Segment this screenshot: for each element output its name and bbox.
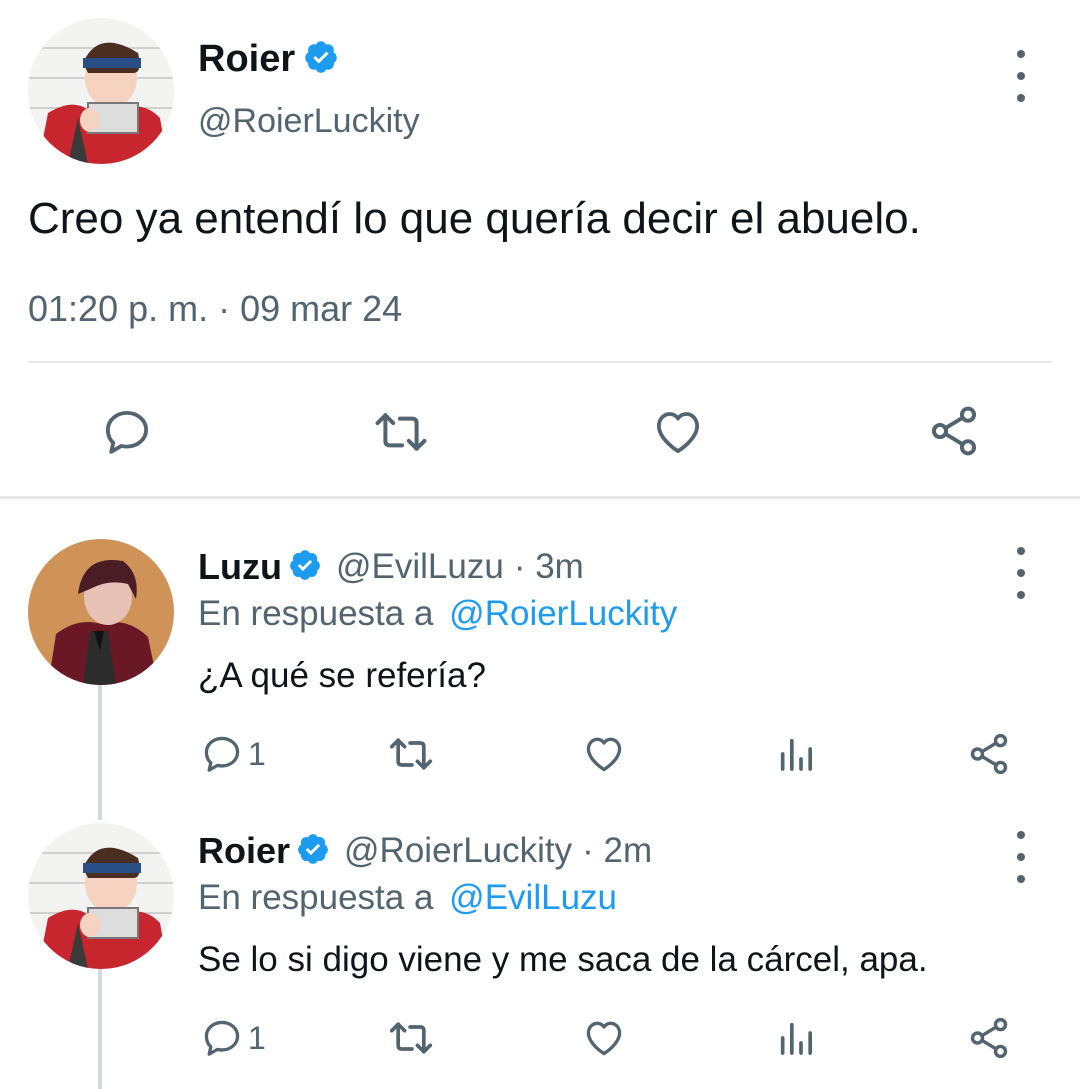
like-button[interactable] bbox=[582, 732, 626, 781]
share-button[interactable] bbox=[966, 1015, 1012, 1066]
more-vertical-icon[interactable] bbox=[1009, 831, 1033, 883]
reply-context-label: En respuesta a bbox=[198, 878, 434, 917]
avatar-roier[interactable] bbox=[28, 823, 174, 969]
reply-icon bbox=[204, 1020, 240, 1056]
retweet-button[interactable] bbox=[386, 1016, 436, 1065]
reply-to-link[interactable]: @EvilLuzu bbox=[449, 878, 617, 917]
reply-button[interactable]: 1 bbox=[200, 732, 266, 776]
verified-badge-icon bbox=[303, 39, 339, 80]
retweet-icon bbox=[375, 413, 427, 451]
reply-text: ¿A qué se refería? bbox=[198, 656, 486, 695]
like-icon bbox=[586, 737, 622, 772]
retweet-button[interactable] bbox=[386, 732, 436, 781]
analytics-button[interactable] bbox=[776, 1018, 816, 1063]
author-name[interactable]: Roier bbox=[198, 38, 295, 81]
like-icon bbox=[586, 1021, 622, 1056]
author-name[interactable]: Luzu bbox=[198, 546, 282, 588]
more-vertical-icon[interactable] bbox=[1009, 50, 1033, 102]
share-icon bbox=[970, 1017, 1008, 1059]
share-button[interactable] bbox=[966, 731, 1012, 782]
avatar-roier[interactable] bbox=[28, 18, 174, 164]
reply-context-label: En respuesta a bbox=[198, 594, 434, 633]
author-handle[interactable]: @RoierLuckity bbox=[344, 831, 572, 871]
retweet-icon bbox=[389, 1022, 433, 1054]
analytics-icon bbox=[780, 738, 812, 771]
analytics-icon bbox=[780, 1022, 812, 1055]
thread-line bbox=[98, 685, 102, 820]
tweet-timestamp[interactable]: 01:20 p. m. · 09 mar 24 bbox=[28, 288, 402, 330]
avatar-luzu[interactable] bbox=[28, 539, 174, 685]
reply-text: Se lo si digo viene y me saca de la cárc… bbox=[198, 940, 928, 979]
thread-line bbox=[98, 969, 102, 1089]
author-handle[interactable]: @RoierLuckity bbox=[198, 102, 420, 141]
section-divider bbox=[0, 496, 1080, 499]
reply-button[interactable]: 1 bbox=[200, 1016, 266, 1060]
reply-button[interactable] bbox=[100, 405, 154, 464]
like-button[interactable] bbox=[582, 1016, 626, 1065]
reply-count: 1 bbox=[248, 1019, 266, 1056]
reply-icon bbox=[204, 736, 240, 772]
divider bbox=[28, 361, 1052, 363]
retweet-button[interactable] bbox=[372, 405, 430, 464]
reply-age: · 2m bbox=[582, 831, 653, 870]
share-button[interactable] bbox=[926, 403, 982, 464]
author-handle[interactable]: @EvilLuzu bbox=[336, 547, 504, 587]
more-vertical-icon[interactable] bbox=[1009, 547, 1033, 599]
reply-to-link[interactable]: @RoierLuckity bbox=[449, 594, 677, 633]
verified-badge-icon bbox=[288, 548, 322, 587]
like-button[interactable] bbox=[651, 405, 705, 464]
share-icon bbox=[931, 406, 977, 456]
verified-badge-icon bbox=[296, 832, 330, 871]
share-icon bbox=[970, 733, 1008, 775]
analytics-button[interactable] bbox=[776, 734, 816, 779]
reply-icon bbox=[105, 410, 149, 454]
tweet-text: Creo ya entendí lo que quería decir el a… bbox=[28, 194, 921, 243]
reply-count: 1 bbox=[248, 735, 266, 772]
like-icon bbox=[656, 412, 700, 454]
reply-age: · 3m bbox=[513, 547, 584, 586]
author-name[interactable]: Roier bbox=[198, 830, 290, 872]
retweet-icon bbox=[389, 738, 433, 770]
